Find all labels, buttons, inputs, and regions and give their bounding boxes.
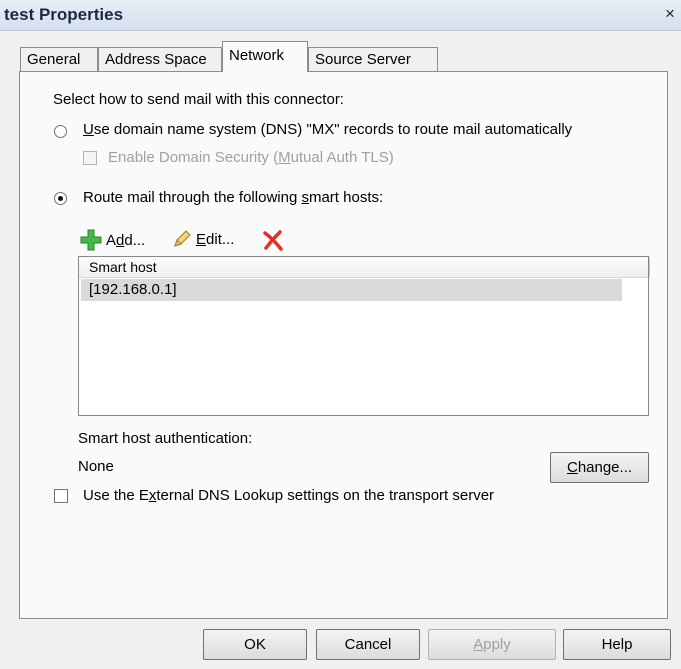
checkbox-domain-security[interactable] (83, 151, 97, 165)
list-header: Smart host (79, 257, 650, 278)
checkbox-external-dns[interactable] (54, 489, 68, 503)
radio-smart-hosts-label[interactable]: Route mail through the following smart h… (83, 189, 383, 206)
edit-button[interactable]: Edit... (172, 229, 234, 249)
close-icon[interactable]: × (662, 5, 678, 23)
window-title: test Properties (4, 5, 124, 24)
pencil-icon (174, 230, 191, 247)
connector-intro-label: Select how to send mail with this connec… (53, 91, 344, 108)
green-plus-icon (80, 229, 102, 251)
apply-button[interactable]: Apply (428, 629, 556, 660)
add-button[interactable]: Add... (80, 229, 145, 251)
tab-address-space[interactable]: Address Space (98, 47, 222, 71)
ok-button[interactable]: OK (203, 629, 307, 660)
checkbox-external-dns-label[interactable]: Use the External DNS Lookup settings on … (83, 487, 494, 504)
change-button[interactable]: Change... (550, 452, 649, 483)
cancel-button[interactable]: Cancel (316, 629, 420, 660)
smart-host-list[interactable]: Smart host [192.168.0.1] (78, 256, 650, 416)
properties-dialog: test Properties × General Address Space … (0, 0, 681, 669)
tab-source-server[interactable]: Source Server (308, 47, 438, 71)
column-header-smart-host[interactable]: Smart host (79, 257, 648, 277)
radio-smart-hosts[interactable] (54, 192, 67, 205)
title-bar: test Properties × (0, 0, 681, 31)
help-button[interactable]: Help (563, 629, 671, 660)
radio-dns-mx-label[interactable]: Use domain name system (DNS) "MX" record… (83, 121, 572, 138)
tab-network[interactable]: Network (222, 41, 308, 72)
smart-host-auth-value: None (78, 458, 114, 475)
tab-general[interactable]: General (20, 47, 98, 71)
list-item[interactable]: [192.168.0.1] (81, 279, 622, 301)
radio-dns-mx[interactable] (54, 125, 67, 138)
checkbox-domain-security-label: Enable Domain Security (Mutual Auth TLS) (108, 149, 394, 166)
remove-button[interactable] (262, 229, 284, 251)
red-x-icon (263, 230, 283, 251)
smart-host-auth-label: Smart host authentication: (78, 430, 253, 447)
column-separator (649, 257, 650, 277)
